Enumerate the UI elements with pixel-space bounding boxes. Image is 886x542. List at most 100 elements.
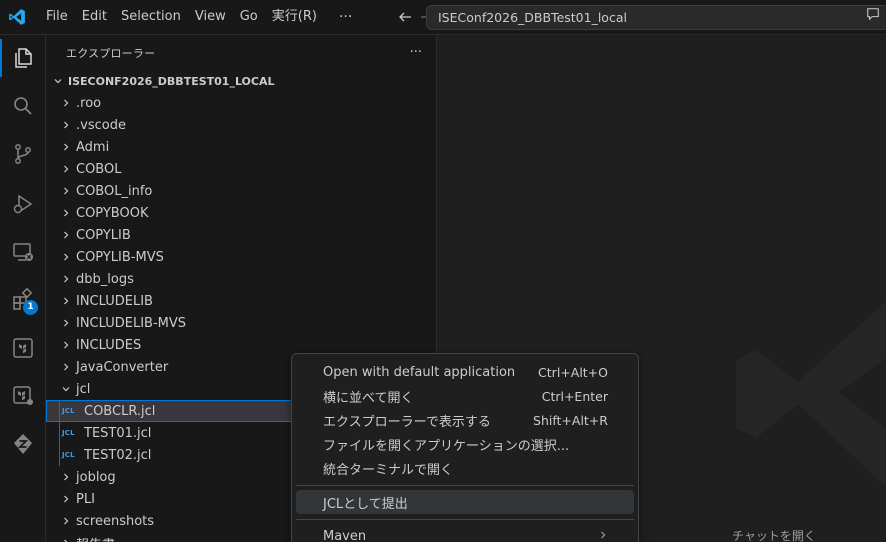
indent-guide (59, 444, 60, 466)
chevron-right-icon (58, 227, 74, 243)
zowe-icon[interactable] (0, 421, 46, 467)
tree-folder-item[interactable]: COPYLIB-MVS (46, 246, 436, 268)
command-center-search[interactable]: ISEConf2026_DBBTest01_local (426, 5, 886, 30)
extensions-icon[interactable]: 1 (0, 277, 46, 323)
chevron-right-icon (58, 139, 74, 155)
tree-item-label: COBOL_info (76, 183, 153, 199)
menu-open-with[interactable]: ファイルを開くアプリケーションの選択... (296, 432, 634, 456)
tree-item-label: INCLUDES (76, 337, 142, 353)
menu-item-label: エクスプローラーで表示する (323, 414, 491, 430)
workspace-name: ISEConf2026_DBBTest01_local (438, 10, 627, 25)
menu-run[interactable]: 実行(R) (266, 5, 323, 29)
menu-item-label: Maven (323, 528, 367, 542)
menu-item-shortcut: Shift+Alt+R (533, 412, 608, 428)
tree-item-label: JavaConverter (76, 359, 169, 375)
tree-item-label: COPYBOOK (76, 205, 149, 221)
menu-open-with-default-app[interactable]: Open with default application Ctrl+Alt+O (296, 360, 634, 384)
tree-item-label: COBOL (76, 161, 122, 177)
back-arrow-icon[interactable] (394, 6, 416, 28)
jcl-file-icon: JCL (62, 451, 75, 459)
sidebar-title: エクスプローラー (66, 46, 156, 60)
indent-guide (59, 422, 60, 444)
chevron-right-icon (58, 293, 74, 309)
tree-folder-item[interactable]: Admi (46, 136, 436, 158)
tree-item-label: COPYLIB-MVS (76, 249, 164, 265)
menu-item-label: ファイルを開くアプリケーションの選択... (323, 438, 570, 454)
chevron-right-icon (598, 529, 608, 542)
sidebar-header: エクスプローラー ··· (46, 35, 436, 70)
menu-edit[interactable]: Edit (76, 5, 113, 29)
menu-more-button[interactable]: ··· (331, 5, 360, 29)
tree-folder-item[interactable]: dbb_logs (46, 268, 436, 290)
chevron-right-icon (58, 535, 74, 542)
title-bar: File Edit Selection View Go 実行(R) ··· IS… (0, 0, 886, 35)
tree-item-label: COPYLIB (76, 227, 131, 243)
chat-icon[interactable] (866, 7, 884, 25)
menu-maven[interactable]: Maven (296, 524, 634, 542)
extensions-badge: 1 (23, 300, 38, 315)
menu-item-label: 横に並べて開く (323, 390, 414, 406)
indent-guide (59, 400, 60, 422)
chevron-right-icon (58, 161, 74, 177)
tree-item-label: TEST02.jcl (84, 447, 152, 463)
menu-item-label: JCLとして提出 (323, 496, 408, 512)
chevron-right-icon (58, 359, 74, 375)
explorer-icon[interactable] (0, 35, 46, 81)
menu-reveal-in-explorer[interactable]: エクスプローラーで表示する Shift+Alt+R (296, 408, 634, 432)
chevron-right-icon (58, 95, 74, 111)
chevron-right-icon (58, 337, 74, 353)
vscode-watermark-icon (736, 301, 886, 487)
chevron-down-icon (50, 73, 66, 89)
workspace-root-folder[interactable]: ISECONF2026_DBBTEST01_LOCAL (46, 70, 436, 92)
sidebar-more-button[interactable]: ··· (410, 45, 422, 60)
menu-separator (296, 519, 634, 520)
context-menu: Open with default application Ctrl+Alt+O… (291, 353, 639, 542)
tree-folder-item[interactable]: COPYLIB (46, 224, 436, 246)
menu-open-to-side[interactable]: 横に並べて開く Ctrl+Enter (296, 384, 634, 408)
jcl-file-icon: JCL (62, 429, 75, 437)
menu-view[interactable]: View (189, 5, 232, 29)
tree-folder-item[interactable]: COBOL_info (46, 180, 436, 202)
terraform-icon[interactable] (0, 325, 46, 371)
terraform-cloud-icon[interactable] (0, 373, 46, 419)
run-debug-icon[interactable] (0, 181, 46, 227)
tree-item-label: .roo (76, 95, 102, 111)
tree-item-label: screenshots (76, 513, 155, 529)
tree-folder-item[interactable]: .vscode (46, 114, 436, 136)
tree-item-label: TEST01.jcl (84, 425, 152, 441)
tree-item-label: COBCLR.jcl (84, 403, 156, 419)
activity-bar: 1 (0, 35, 46, 542)
remote-explorer-icon[interactable] (0, 229, 46, 275)
menu-go[interactable]: Go (234, 5, 264, 29)
menu-open-in-terminal[interactable]: 統合ターミナルで開く (296, 456, 634, 480)
menu-selection[interactable]: Selection (115, 5, 187, 29)
tree-folder-item[interactable]: .roo (46, 92, 436, 114)
menu-item-shortcut: Ctrl+Enter (541, 388, 608, 404)
menu-submit-as-jcl[interactable]: JCLとして提出 (296, 490, 634, 514)
chevron-right-icon (58, 117, 74, 133)
chevron-right-icon (58, 205, 74, 221)
tree-item-label: INCLUDELIB (76, 293, 153, 309)
jcl-file-icon: JCL (62, 407, 75, 415)
tree-item-label: INCLUDELIB-MVS (76, 315, 187, 331)
tree-folder-item[interactable]: COBOL (46, 158, 436, 180)
tree-folder-item[interactable]: COPYBOOK (46, 202, 436, 224)
tree-item-label: PLI (76, 491, 95, 507)
chevron-right-icon (58, 271, 74, 287)
chevron-right-icon (58, 315, 74, 331)
menu-bar: File Edit Selection View Go 実行(R) ··· (40, 5, 362, 29)
tree-folder-item[interactable]: INCLUDELIB-MVS (46, 312, 436, 334)
search-icon[interactable] (0, 83, 46, 129)
chevron-right-icon (58, 491, 74, 507)
source-control-icon[interactable] (0, 131, 46, 177)
open-chat-hint: チャットを開く (732, 529, 816, 542)
chevron-down-icon (58, 381, 74, 397)
chevron-right-icon (58, 183, 74, 199)
menu-item-label: Open with default application (323, 364, 516, 380)
tree-item-label: .vscode (76, 117, 126, 133)
chevron-right-icon (58, 249, 74, 265)
menu-item-label: 統合ターミナルで開く (323, 462, 454, 478)
menu-file[interactable]: File (40, 5, 74, 29)
chevron-right-icon (58, 469, 74, 485)
tree-folder-item[interactable]: INCLUDELIB (46, 290, 436, 312)
